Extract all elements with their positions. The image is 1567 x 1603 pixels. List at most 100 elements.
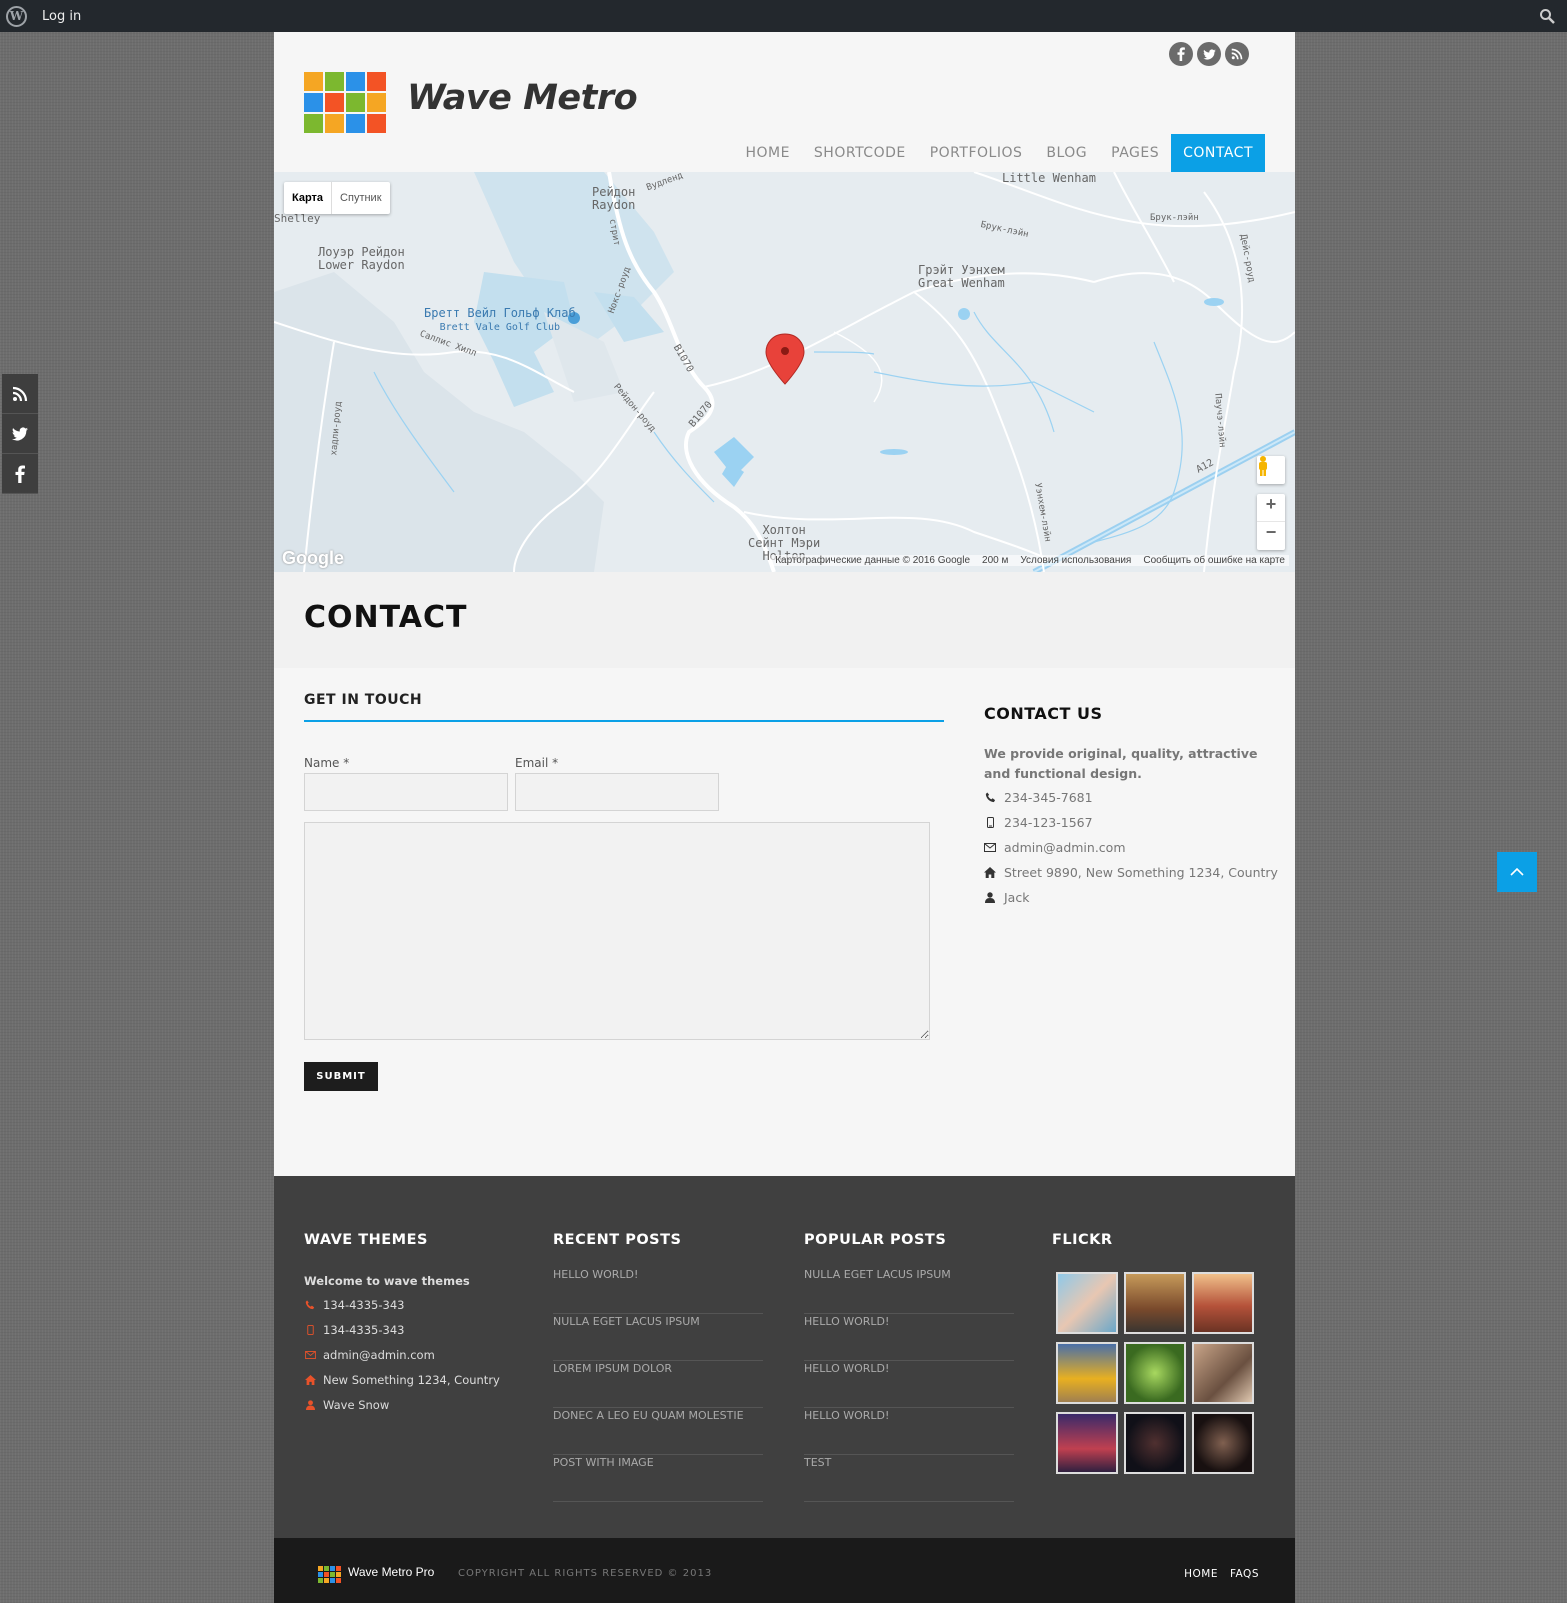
- rss-icon[interactable]: [1225, 42, 1249, 66]
- logo-tile: [336, 1566, 341, 1571]
- site-footer: WAVE THEMES Welcome to wave themes 134-4…: [274, 1176, 1295, 1538]
- map-canvas: [274, 172, 1295, 572]
- form-heading-underline: [304, 720, 944, 722]
- map-scale[interactable]: 200 м: [982, 555, 1008, 566]
- email-input[interactable]: [515, 773, 719, 811]
- flickr-gallery: [1056, 1272, 1254, 1474]
- google-logo[interactable]: Google: [282, 548, 344, 569]
- flickr-thumbnail[interactable]: [1056, 1272, 1118, 1334]
- search-icon[interactable]: [1539, 8, 1555, 24]
- name-input[interactable]: [304, 773, 508, 811]
- footer-nav-home[interactable]: HOME: [1184, 1568, 1218, 1580]
- footer-phone: 134-4335-343: [304, 1298, 404, 1312]
- admin-bar: W Log in: [0, 0, 1567, 32]
- logo-tile: [367, 72, 386, 91]
- nav-shortcode[interactable]: SHORTCODE: [802, 134, 918, 172]
- mobile-icon: [304, 1325, 316, 1335]
- facebook-icon[interactable]: [2, 454, 38, 494]
- user-icon: [984, 892, 996, 904]
- login-link[interactable]: Log in: [42, 9, 81, 24]
- flickr-thumbnail[interactable]: [1056, 1412, 1118, 1474]
- phone-icon: [984, 792, 996, 804]
- footer-recent-posts-title: RECENT POSTS: [553, 1232, 682, 1248]
- map-type-control: Карта Спутник: [284, 182, 390, 214]
- footer-logo[interactable]: [318, 1566, 342, 1584]
- recent-post-4[interactable]: DONEC A LEO EU QUAM MOLESTIE: [553, 1409, 763, 1455]
- map-terms-link[interactable]: Условия использования: [1020, 555, 1131, 566]
- form-heading: GET IN TOUCH: [304, 692, 423, 708]
- flickr-thumbnail[interactable]: [1056, 1342, 1118, 1404]
- logo-tile: [346, 93, 365, 112]
- flickr-thumbnail[interactable]: [1192, 1272, 1254, 1334]
- scroll-to-top-button[interactable]: [1497, 852, 1537, 892]
- map-type-map[interactable]: Карта: [284, 182, 333, 214]
- map-attribution: Картографические данные © 2016 Google 20…: [771, 555, 1289, 566]
- contact-address: Street 9890, New Something 1234, Country: [984, 865, 1278, 880]
- mobile-icon: [984, 817, 996, 829]
- logo-tile: [346, 72, 365, 91]
- map-label-brook2: Брук-лэйн: [1150, 213, 1199, 223]
- logo-tile: [346, 114, 365, 133]
- logo-tile: [330, 1566, 335, 1571]
- nav-portfolios[interactable]: PORTFOLIOS: [918, 134, 1035, 172]
- envelope-icon: [304, 1351, 316, 1359]
- popular-post-4[interactable]: HELLO WORLD!: [804, 1409, 1014, 1455]
- recent-post-3[interactable]: LOREM IPSUM DOLOR: [553, 1362, 763, 1408]
- recent-post-2[interactable]: NULLA EGET LACUS IPSUM: [553, 1315, 763, 1361]
- pegman-icon[interactable]: [1257, 456, 1285, 484]
- footer-nav-faqs[interactable]: FAQS: [1230, 1568, 1259, 1580]
- header-social: [1169, 42, 1249, 66]
- footer-wave-themes-title: WAVE THEMES: [304, 1232, 428, 1248]
- zoom-control: + −: [1257, 494, 1285, 550]
- nav-pages[interactable]: PAGES: [1099, 134, 1171, 172]
- nav-contact[interactable]: CONTACT: [1171, 134, 1265, 172]
- footer-nav: HOME FAQS: [1184, 1568, 1259, 1580]
- rss-icon[interactable]: [2, 374, 38, 414]
- bottom-bar: Wave Metro Pro COPYRIGHT ALL RIGHTS RESE…: [274, 1538, 1295, 1603]
- contact-us-description: We provide original, quality, attractive…: [984, 746, 1258, 781]
- recent-post-1[interactable]: HELLO WORLD!: [553, 1268, 763, 1314]
- map-type-satellite[interactable]: Спутник: [332, 182, 389, 214]
- logo-tile: [325, 114, 344, 133]
- map-label-brett-vale: Бретт Вейл Гольф Клаб Brett Vale Golf Clu…: [424, 306, 576, 334]
- zoom-in-button[interactable]: +: [1257, 494, 1285, 522]
- flickr-thumbnail[interactable]: [1192, 1342, 1254, 1404]
- logo-tile: [367, 93, 386, 112]
- popular-post-1[interactable]: NULLA EGET LACUS IPSUM: [804, 1268, 1014, 1314]
- popular-post-5[interactable]: TEST: [804, 1456, 1014, 1502]
- flickr-thumbnail[interactable]: [1192, 1412, 1254, 1474]
- nav-home[interactable]: HOME: [733, 134, 801, 172]
- flickr-thumbnail[interactable]: [1124, 1412, 1186, 1474]
- logo-tile: [367, 114, 386, 133]
- map-report-link[interactable]: Сообщить об ошибке на карте: [1143, 555, 1285, 566]
- flickr-thumbnail[interactable]: [1124, 1272, 1186, 1334]
- name-label: Name *: [304, 756, 350, 770]
- twitter-icon[interactable]: [2, 414, 38, 454]
- footer-site-name[interactable]: Wave Metro Pro: [348, 1565, 434, 1579]
- facebook-icon[interactable]: [1169, 42, 1193, 66]
- nav-blog[interactable]: BLOG: [1034, 134, 1099, 172]
- logo-tile: [318, 1572, 323, 1577]
- zoom-out-button[interactable]: −: [1257, 522, 1285, 550]
- google-map[interactable]: Рейдон Raydon Лоуэр Рейдон Lower Raydon …: [274, 172, 1295, 572]
- submit-button[interactable]: SUBMIT: [304, 1062, 378, 1091]
- footer-person: Wave Snow: [304, 1398, 389, 1412]
- site-title[interactable]: Wave Metro: [407, 78, 638, 118]
- popular-post-3[interactable]: HELLO WORLD!: [804, 1362, 1014, 1408]
- contact-person: Jack: [984, 890, 1029, 905]
- site-logo[interactable]: [304, 72, 388, 133]
- footer-mobile: 134-4335-343: [304, 1323, 404, 1337]
- contact-email: admin@admin.com: [984, 840, 1126, 855]
- footer-popular-posts-title: POPULAR POSTS: [804, 1232, 947, 1248]
- message-textarea[interactable]: [304, 822, 930, 1040]
- page-container: Wave Metro HOME SHORTCODE PORTFOLIOS BLO…: [274, 32, 1295, 1603]
- flickr-thumbnail[interactable]: [1124, 1342, 1186, 1404]
- twitter-icon[interactable]: [1197, 42, 1221, 66]
- footer-address: New Something 1234, Country: [304, 1373, 500, 1387]
- logo-tile: [330, 1578, 335, 1583]
- logo-tile: [318, 1566, 323, 1571]
- page-title: CONTACT: [304, 600, 468, 635]
- wordpress-icon[interactable]: W: [6, 6, 27, 27]
- recent-post-5[interactable]: POST WITH IMAGE: [553, 1456, 763, 1502]
- popular-post-2[interactable]: HELLO WORLD!: [804, 1315, 1014, 1361]
